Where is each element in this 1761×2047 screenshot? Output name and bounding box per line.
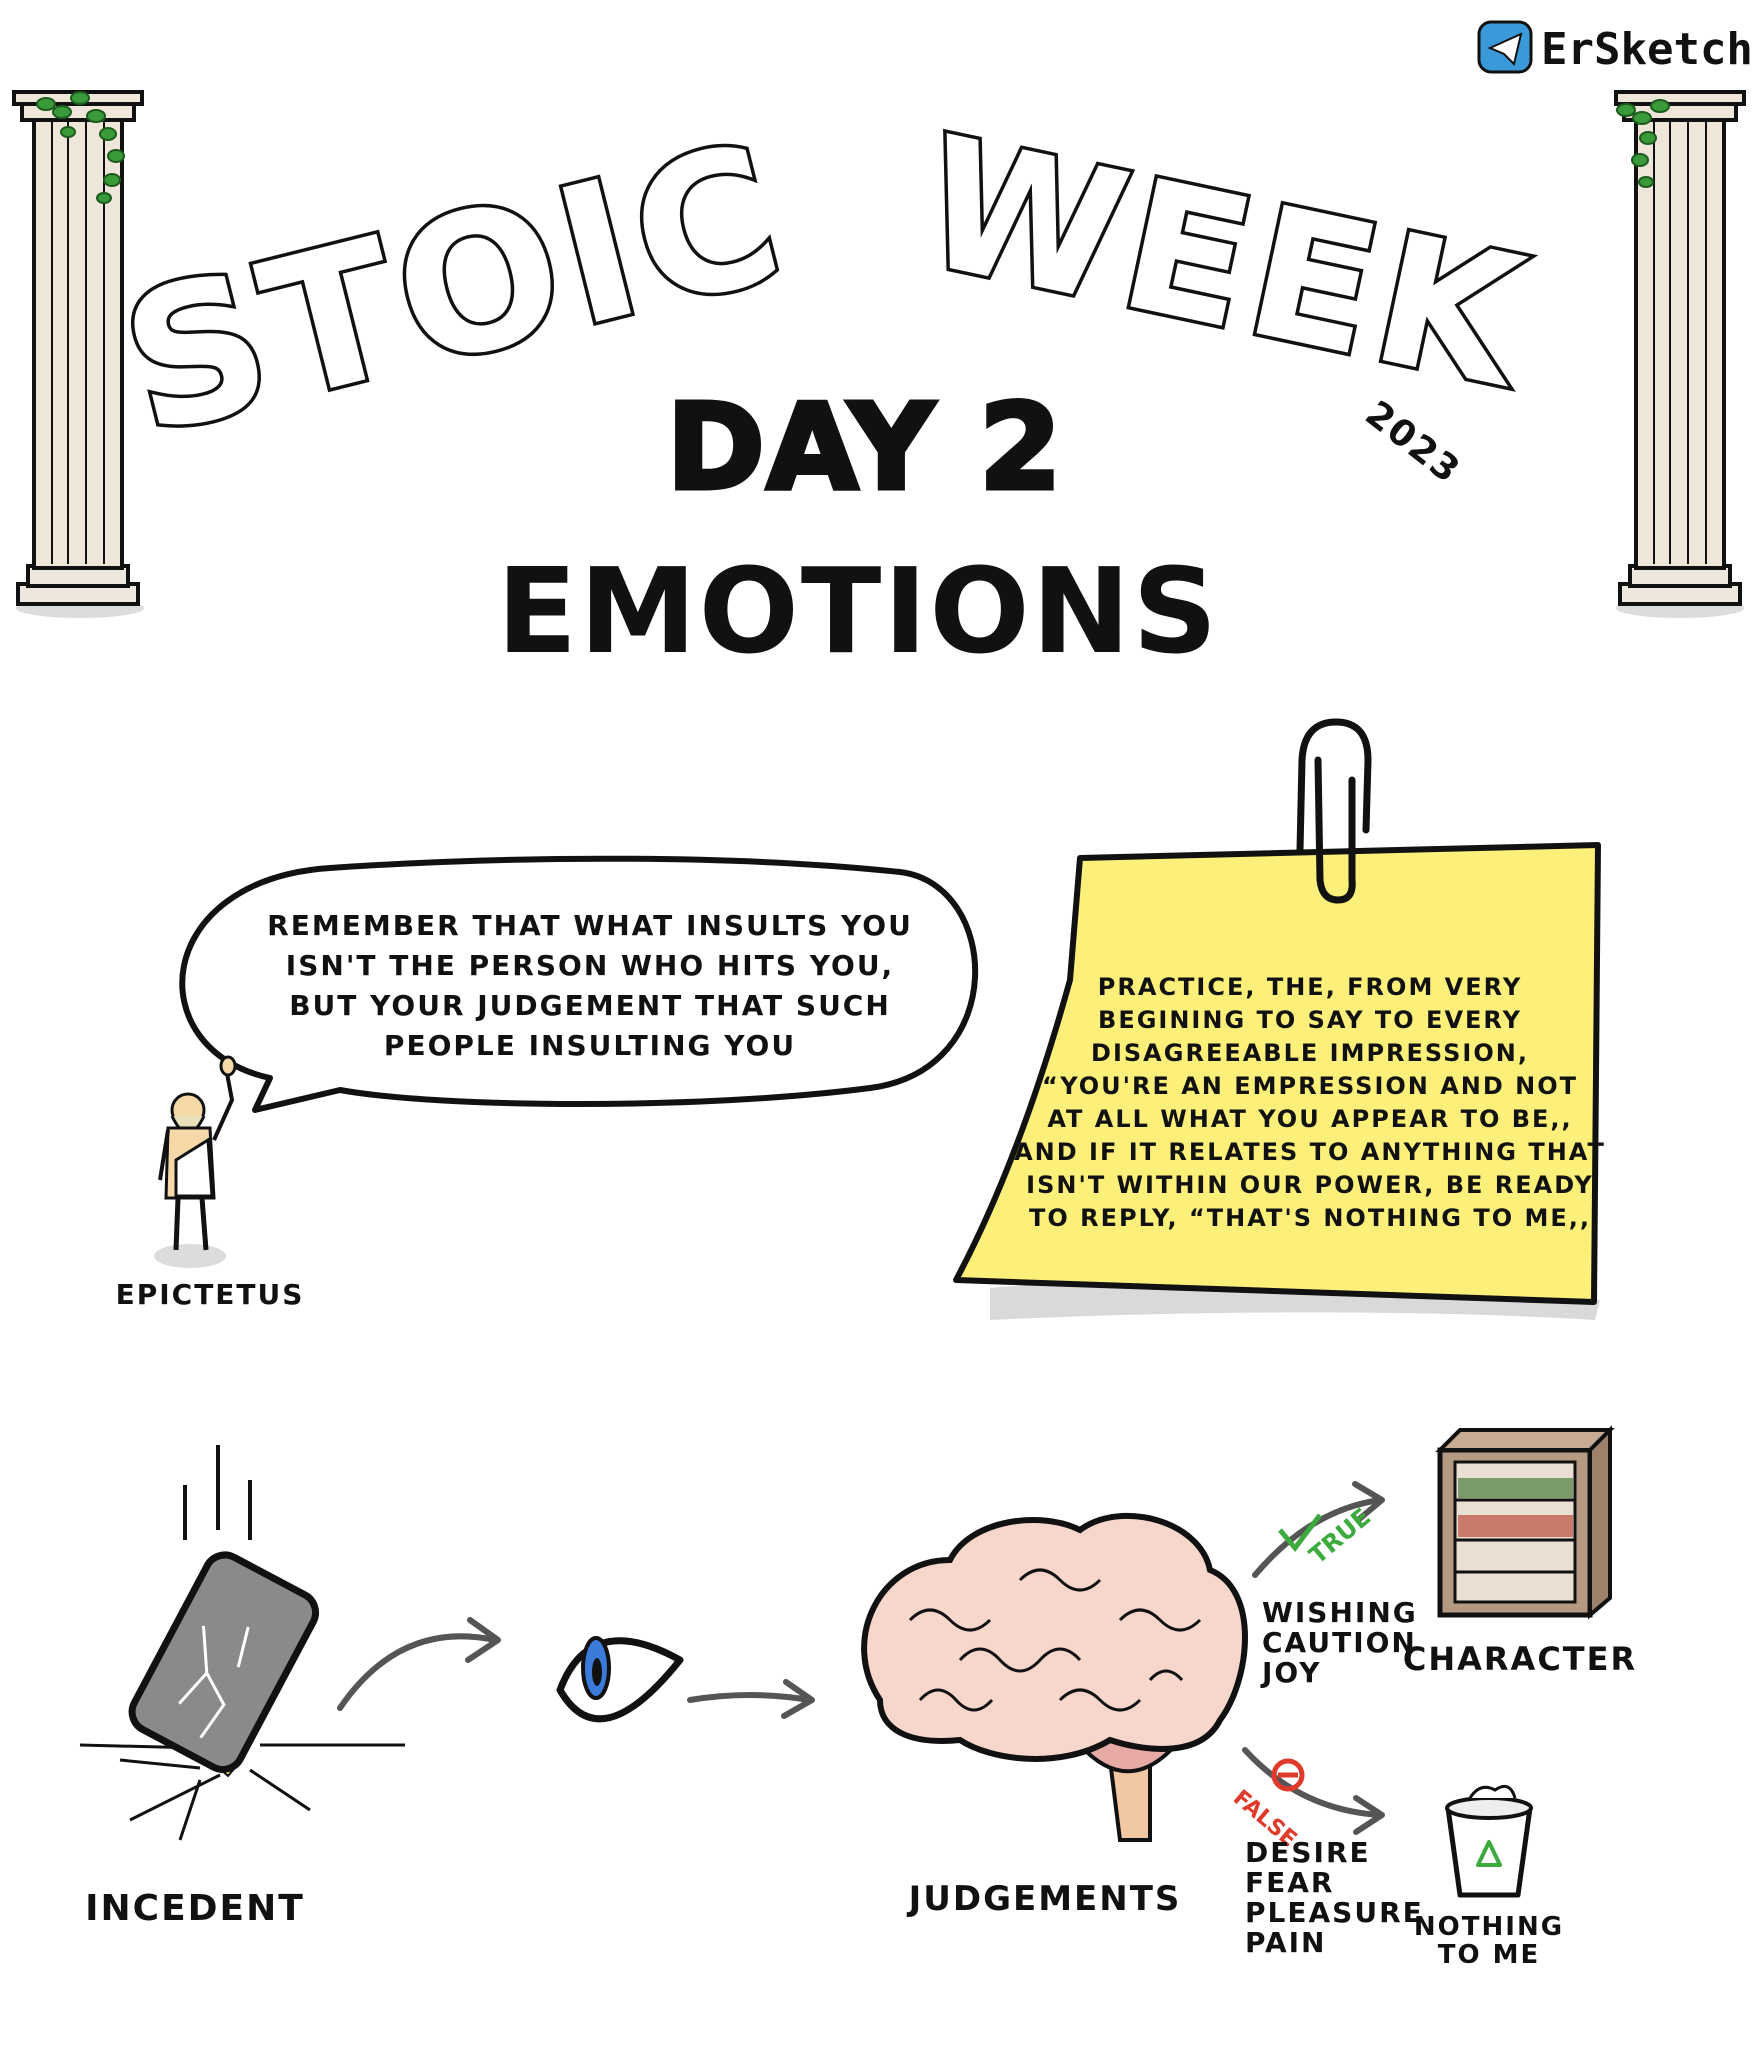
quote-line: PEOPLE INSULTING YOU bbox=[384, 1029, 796, 1062]
false-item: PAIN bbox=[1245, 1926, 1326, 1959]
brand-badge[interactable]: ErSketch bbox=[1477, 20, 1753, 75]
note-line: ISN'T WITHIN OUR POWER, BE READY bbox=[1026, 1171, 1594, 1199]
day-label: DAY 2 bbox=[667, 378, 1064, 516]
false-branch: FALSE DESIRE FEAR PLEASURE PAIN bbox=[1228, 1747, 1424, 1959]
sticky-note: PRACTICE, THE, FROM VERY BEGINING TO SAY… bbox=[953, 718, 1606, 1320]
true-item: CAUTION bbox=[1262, 1626, 1417, 1659]
eye-icon bbox=[556, 1636, 684, 1723]
quote-line: BUT YOUR JUDGEMENT THAT SUCH bbox=[289, 989, 891, 1022]
incident-label: INCEDENT bbox=[85, 1888, 305, 1929]
nothing-label: NOTHING bbox=[1414, 1912, 1564, 1942]
note-line: AND IF IT RELATES TO ANYTHING THAT bbox=[1014, 1138, 1606, 1166]
brand-name: ErSketch bbox=[1541, 24, 1753, 75]
left-column bbox=[12, 90, 144, 618]
note-line: “YOU'RE AN EMPRESSION AND NOT bbox=[1042, 1072, 1578, 1100]
note-line: TO REPLY, “THAT'S NOTHING TO ME,, bbox=[1029, 1204, 1591, 1232]
false-item: FEAR bbox=[1245, 1866, 1334, 1899]
character-label: CHARACTER bbox=[1403, 1640, 1637, 1678]
brain-icon: JUDGEMENTS bbox=[861, 1513, 1248, 1919]
sketch-canvas: ErSketch STOIC WEEK 2023 DAY 2 EMOTIONS … bbox=[12, 20, 1753, 1970]
quote-bubble: REMEMBER THAT WHAT INSULTS YOU ISN'T THE… bbox=[179, 855, 979, 1113]
note-line: AT ALL WHAT YOU APPEAR TO BE,, bbox=[1047, 1105, 1572, 1133]
note-line: DISAGREEABLE IMPRESSION, bbox=[1091, 1039, 1529, 1067]
true-item: JOY bbox=[1260, 1656, 1322, 1689]
topic-title: EMOTIONS bbox=[497, 542, 1220, 680]
title-block: STOIC WEEK 2023 DAY 2 EMOTIONS bbox=[101, 95, 1547, 680]
recycle-bin-icon: NOTHING TO ME bbox=[1414, 1784, 1564, 1970]
true-item: WISHING bbox=[1262, 1596, 1418, 1629]
quote-line: REMEMBER THAT WHAT INSULTS YOU bbox=[267, 909, 913, 942]
note-line: PRACTICE, THE, FROM VERY bbox=[1098, 973, 1522, 1001]
false-item: PLEASURE bbox=[1245, 1896, 1424, 1929]
bookcase-icon: CHARACTER bbox=[1403, 1425, 1637, 1678]
right-column bbox=[1614, 90, 1746, 618]
quote-line: ISN'T THE PERSON WHO HITS YOU, bbox=[286, 949, 894, 982]
paperclip-icon bbox=[1296, 718, 1372, 854]
judgements-label: JUDGEMENTS bbox=[907, 1879, 1182, 1919]
true-branch: TRUE WISHING CAUTION JOY bbox=[1252, 1481, 1418, 1689]
nothing-label: TO ME bbox=[1438, 1940, 1541, 1970]
arrow-icon bbox=[687, 1692, 813, 1703]
note-line: BEGINING TO SAY TO EVERY bbox=[1098, 1006, 1522, 1034]
false-item: DESIRE bbox=[1245, 1836, 1371, 1869]
arrow-icon bbox=[337, 1633, 498, 1711]
speaker-label: EPICTETUS bbox=[116, 1278, 305, 1311]
stoic-week-sketch: ErSketch STOIC WEEK 2023 DAY 2 EMOTIONS … bbox=[0, 0, 1761, 2047]
